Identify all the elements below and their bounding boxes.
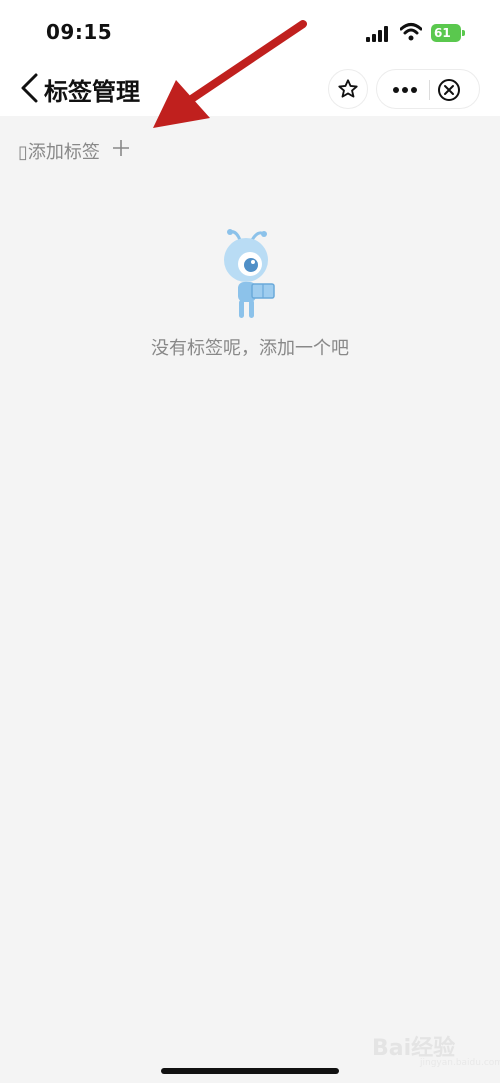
star-icon: [338, 79, 358, 98]
watermark-logo: Bai经验 jingyan.baidu.com: [372, 1030, 500, 1068]
battery-level: 61: [431, 24, 461, 42]
wifi-icon: [400, 23, 422, 41]
add-tag-button[interactable]: ▯添加标签: [18, 138, 100, 164]
status-time: 09:15: [46, 20, 113, 44]
more-icon[interactable]: [387, 78, 423, 102]
plus-icon[interactable]: [112, 139, 130, 157]
favorite-button[interactable]: [328, 69, 368, 109]
battery-icon: 61: [431, 24, 465, 42]
cellular-signal-icon: [366, 26, 388, 42]
close-icon[interactable]: [437, 78, 461, 102]
top-bar: 09:15 61 标签管理: [0, 0, 500, 116]
back-icon[interactable]: [16, 72, 44, 104]
empty-mascot-icon: [224, 229, 275, 318]
empty-state-text: 没有标签呢，添加一个吧: [151, 338, 349, 359]
home-indicator[interactable]: [161, 1068, 339, 1074]
page-title: 标签管理: [44, 78, 140, 106]
capsule-menu: [376, 69, 480, 109]
